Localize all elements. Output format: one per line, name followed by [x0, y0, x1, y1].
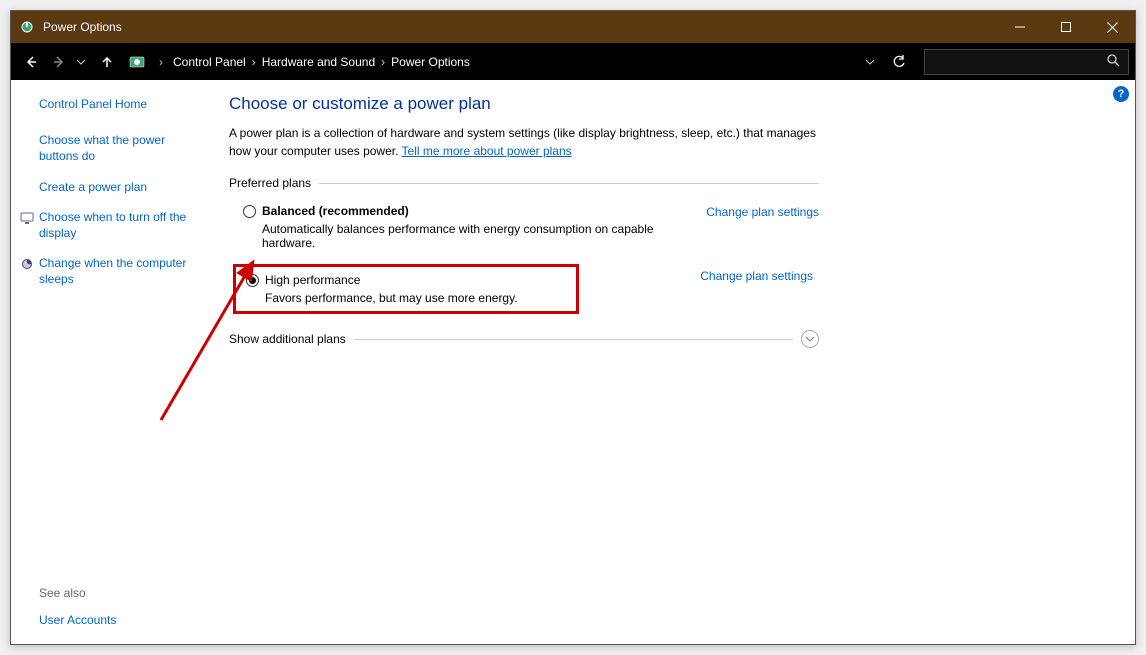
- turn-off-display-link[interactable]: Choose when to turn off the display: [39, 209, 205, 241]
- high-perf-radio[interactable]: [246, 274, 259, 287]
- high-perf-change-link[interactable]: Change plan settings: [700, 268, 813, 283]
- high-perf-name: High performance: [265, 273, 518, 287]
- window-title: Power Options: [43, 20, 997, 34]
- sidebar: Control Panel Home Choose what the power…: [11, 80, 219, 644]
- balanced-name: Balanced (recommended): [262, 204, 706, 218]
- annotation-highlight: High performance Favors performance, but…: [233, 264, 579, 314]
- chevron-icon: ›: [153, 55, 169, 69]
- page-description: A power plan is a collection of hardware…: [229, 124, 819, 160]
- breadcrumb-power-options[interactable]: Power Options: [391, 55, 470, 69]
- minimize-button[interactable]: [997, 11, 1043, 43]
- breadcrumb-hardware-sound[interactable]: Hardware and Sound: [262, 55, 375, 69]
- search-icon: [1107, 54, 1120, 70]
- refresh-button[interactable]: [884, 48, 914, 76]
- back-button[interactable]: [17, 48, 45, 76]
- close-button[interactable]: [1089, 11, 1135, 43]
- balanced-desc: Automatically balances performance with …: [262, 222, 706, 250]
- search-box[interactable]: [924, 49, 1129, 75]
- chevron-icon: ›: [246, 55, 262, 69]
- breadcrumb-control-panel[interactable]: Control Panel: [173, 55, 246, 69]
- show-additional-row[interactable]: Show additional plans: [229, 330, 819, 348]
- location-icon: [127, 52, 147, 72]
- divider: [354, 339, 793, 340]
- computer-sleeps-link[interactable]: Change when the computer sleeps: [39, 255, 205, 287]
- user-accounts-link[interactable]: User Accounts: [39, 612, 205, 628]
- create-plan-link[interactable]: Create a power plan: [39, 179, 205, 195]
- navbar: › Control Panel › Hardware and Sound › P…: [11, 43, 1135, 80]
- app-icon: [19, 19, 35, 35]
- control-panel-home-link[interactable]: Control Panel Home: [39, 96, 205, 112]
- power-buttons-link[interactable]: Choose what the power buttons do: [39, 132, 205, 164]
- expand-icon[interactable]: [801, 330, 819, 348]
- main-panel: Choose or customize a power plan A power…: [219, 80, 1135, 644]
- balanced-radio[interactable]: [243, 205, 256, 218]
- see-also-label: See also: [39, 586, 205, 600]
- recent-dropdown[interactable]: [73, 48, 89, 76]
- up-button[interactable]: [93, 48, 121, 76]
- maximize-button[interactable]: [1043, 11, 1089, 43]
- window: Power Options › Control Panel › Hardware…: [10, 10, 1136, 645]
- plan-high-perf-row: High performance Favors performance, but…: [229, 260, 819, 318]
- divider: [319, 183, 819, 184]
- show-additional-label: Show additional plans: [229, 332, 346, 346]
- high-perf-desc: Favors performance, but may use more ene…: [265, 291, 518, 305]
- sleep-icon: [19, 256, 35, 272]
- content: ? Control Panel Home Choose what the pow…: [11, 80, 1135, 644]
- titlebar: Power Options: [11, 11, 1135, 43]
- page-title: Choose or customize a power plan: [229, 94, 819, 114]
- breadcrumb: Control Panel › Hardware and Sound › Pow…: [169, 55, 858, 69]
- preferred-plans-header: Preferred plans: [229, 176, 819, 190]
- balanced-change-link[interactable]: Change plan settings: [706, 204, 819, 219]
- forward-button[interactable]: [45, 48, 73, 76]
- search-input[interactable]: [933, 55, 1107, 69]
- plan-balanced-row: Balanced (recommended) Automatically bal…: [229, 200, 819, 260]
- preferred-label: Preferred plans: [229, 176, 311, 190]
- address-dropdown[interactable]: [858, 48, 882, 76]
- tell-me-more-link[interactable]: Tell me more about power plans: [402, 144, 572, 158]
- chevron-icon: ›: [375, 55, 391, 69]
- display-icon: [19, 210, 35, 226]
- window-buttons: [997, 11, 1135, 43]
